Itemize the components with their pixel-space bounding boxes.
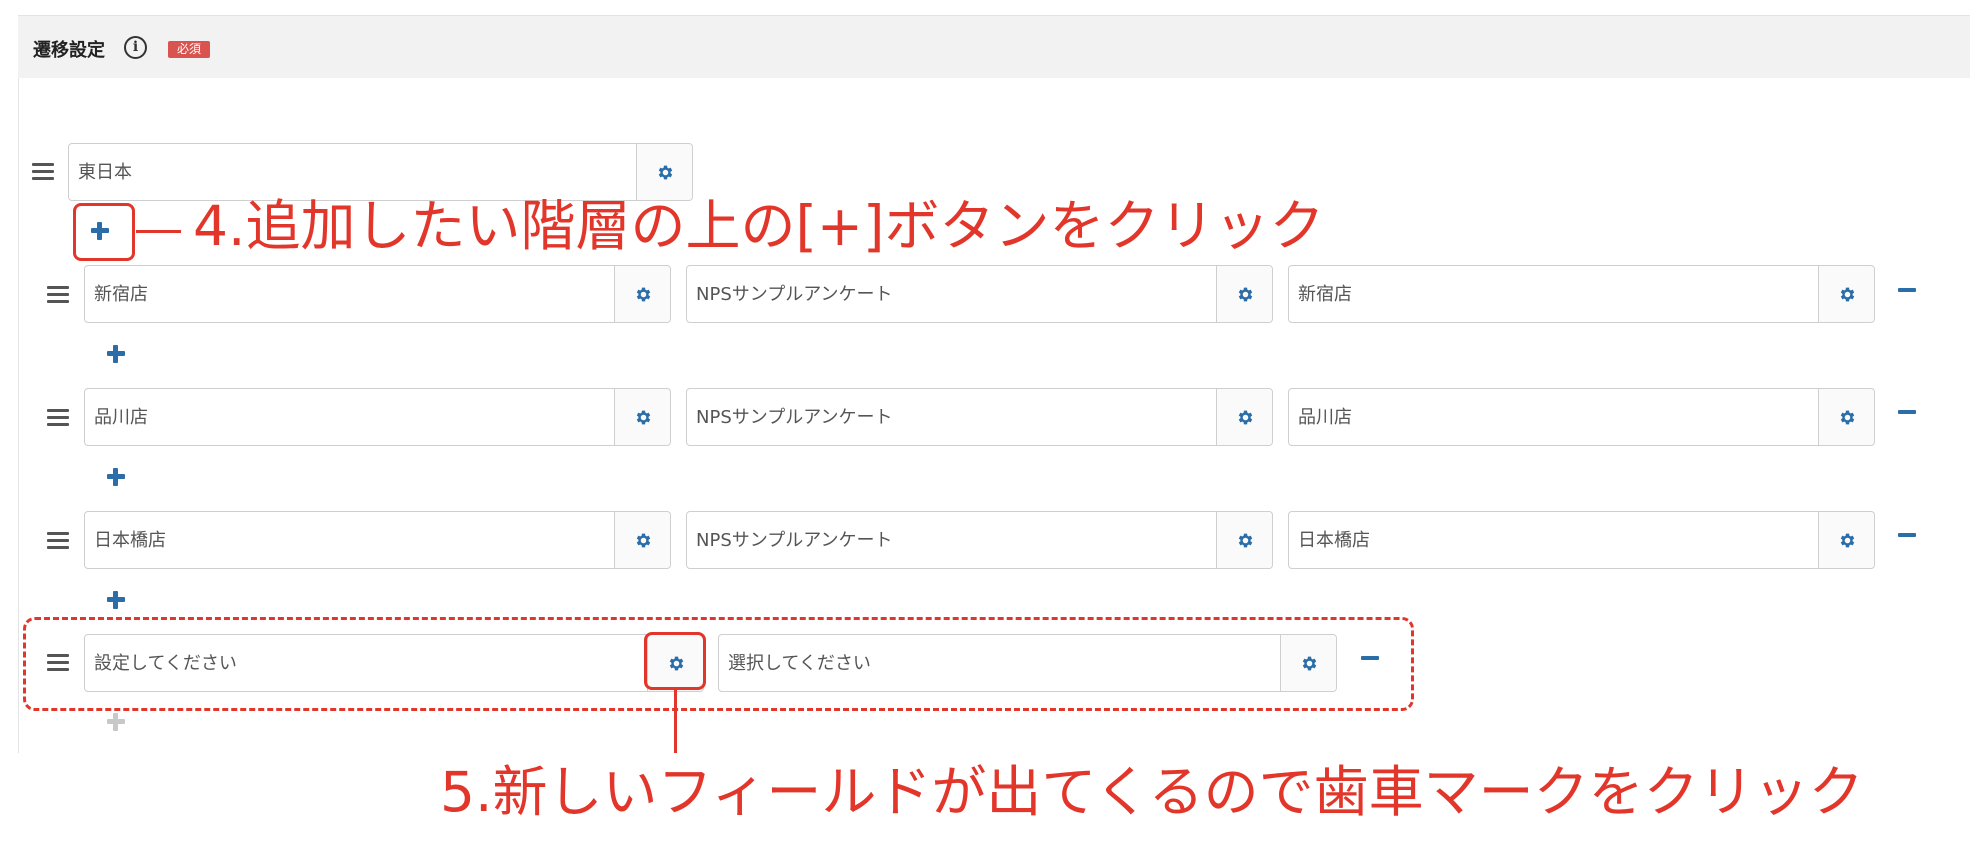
add-child-button[interactable] bbox=[105, 466, 127, 488]
root-field[interactable]: 東日本 bbox=[68, 143, 693, 201]
gear-icon[interactable] bbox=[1216, 266, 1272, 322]
remove-row-button[interactable] bbox=[1897, 525, 1917, 545]
row-1-field-2[interactable]: NPSサンプルアンケート bbox=[686, 265, 1273, 323]
required-badge: 必須 bbox=[168, 41, 211, 58]
row-2-field-2[interactable]: NPSサンプルアンケート bbox=[686, 388, 1273, 446]
drag-handle-icon[interactable] bbox=[47, 286, 69, 304]
gear-icon[interactable] bbox=[614, 389, 670, 445]
row-1-field-3[interactable]: 新宿店 bbox=[1288, 265, 1875, 323]
row-2-field-1[interactable]: 品川店 bbox=[84, 388, 671, 446]
drag-handle-icon[interactable] bbox=[32, 163, 54, 181]
highlight-box-plus bbox=[73, 203, 135, 261]
gear-icon[interactable] bbox=[1216, 512, 1272, 568]
gear-icon[interactable] bbox=[1818, 389, 1874, 445]
row-1-field-1[interactable]: 新宿店 bbox=[84, 265, 671, 323]
field-value: 日本橋店 bbox=[1298, 530, 1370, 551]
annotation-step4: 4.追加したい階層の上の[+]ボタンをクリック bbox=[193, 194, 1325, 258]
gear-icon[interactable] bbox=[636, 144, 692, 200]
gear-icon[interactable] bbox=[1818, 266, 1874, 322]
field-value: 新宿店 bbox=[94, 284, 148, 305]
row-3-field-1[interactable]: 日本橋店 bbox=[84, 511, 671, 569]
transition-settings-screen: 遷移設定 i 必須 東日本 新宿店 NPSサンプルアンケート 新宿店 品川店 N… bbox=[0, 0, 1970, 854]
row-2-field-3[interactable]: 品川店 bbox=[1288, 388, 1875, 446]
annotation-step5: 5.新しいフィールドが出てくるので歯車マークをクリック bbox=[440, 760, 1864, 824]
drag-handle-icon[interactable] bbox=[47, 532, 69, 550]
gear-icon[interactable] bbox=[1818, 512, 1874, 568]
remove-row-button[interactable] bbox=[1897, 280, 1917, 300]
info-icon[interactable]: i bbox=[124, 36, 147, 59]
add-child-button[interactable] bbox=[105, 589, 127, 611]
highlight-new-row bbox=[23, 617, 1414, 711]
callout-line-step5 bbox=[674, 690, 677, 753]
highlight-box-gear bbox=[644, 632, 706, 690]
gear-icon[interactable] bbox=[614, 266, 670, 322]
row-3-field-3[interactable]: 日本橋店 bbox=[1288, 511, 1875, 569]
add-child-button[interactable] bbox=[105, 343, 127, 365]
root-field-value: 東日本 bbox=[78, 162, 132, 183]
drag-handle-icon[interactable] bbox=[47, 409, 69, 427]
field-value: NPSサンプルアンケート bbox=[696, 284, 893, 305]
field-value: 新宿店 bbox=[1298, 284, 1352, 305]
section-header bbox=[18, 16, 1970, 78]
add-child-button-disabled bbox=[105, 711, 127, 733]
gear-icon[interactable] bbox=[614, 512, 670, 568]
remove-row-button[interactable] bbox=[1897, 402, 1917, 422]
field-value: 品川店 bbox=[94, 407, 148, 428]
field-value: NPSサンプルアンケート bbox=[696, 407, 893, 428]
field-value: 日本橋店 bbox=[94, 530, 166, 551]
callout-line-step4 bbox=[136, 230, 181, 233]
field-value: NPSサンプルアンケート bbox=[696, 530, 893, 551]
section-title: 遷移設定 bbox=[33, 40, 105, 61]
field-value: 品川店 bbox=[1298, 407, 1352, 428]
gear-icon[interactable] bbox=[1216, 389, 1272, 445]
row-3-field-2[interactable]: NPSサンプルアンケート bbox=[686, 511, 1273, 569]
